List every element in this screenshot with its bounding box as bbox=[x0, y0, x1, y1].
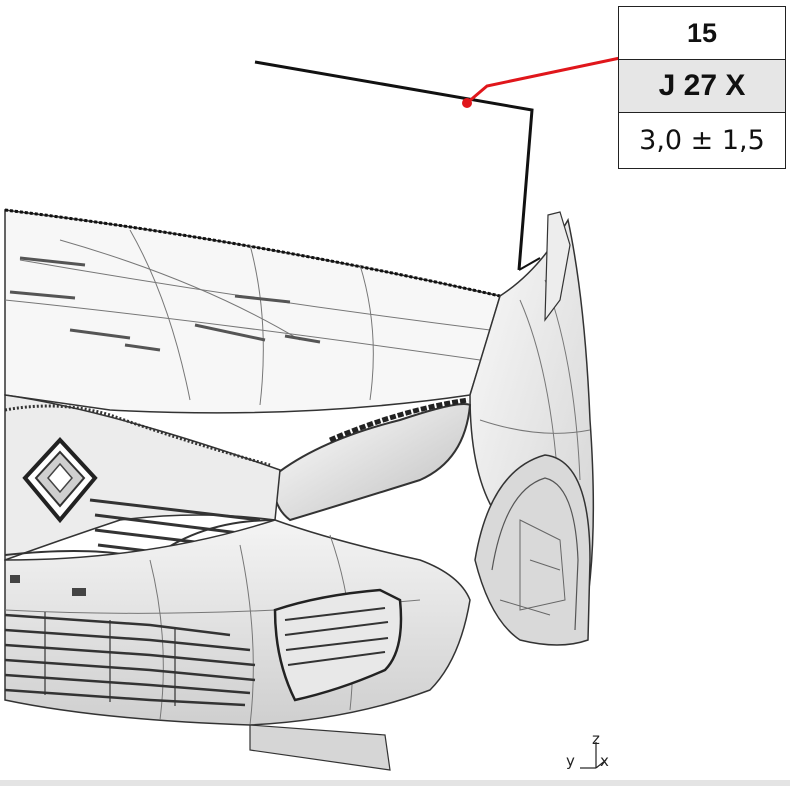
callout-tolerance: 3,0 ± 1,5 bbox=[639, 125, 765, 156]
callout-leader-line bbox=[466, 56, 621, 105]
measure-point bbox=[462, 98, 472, 108]
axis-x-label: x bbox=[600, 752, 609, 770]
callout-table: 15 J 27 X 3,0 ± 1,5 bbox=[618, 6, 786, 169]
axis-z-label: z bbox=[592, 730, 600, 748]
callout-number: 15 bbox=[619, 7, 785, 60]
callout-code: J 27 X bbox=[619, 60, 785, 113]
bottom-border bbox=[0, 780, 790, 786]
axis-y-label: y bbox=[566, 752, 575, 770]
